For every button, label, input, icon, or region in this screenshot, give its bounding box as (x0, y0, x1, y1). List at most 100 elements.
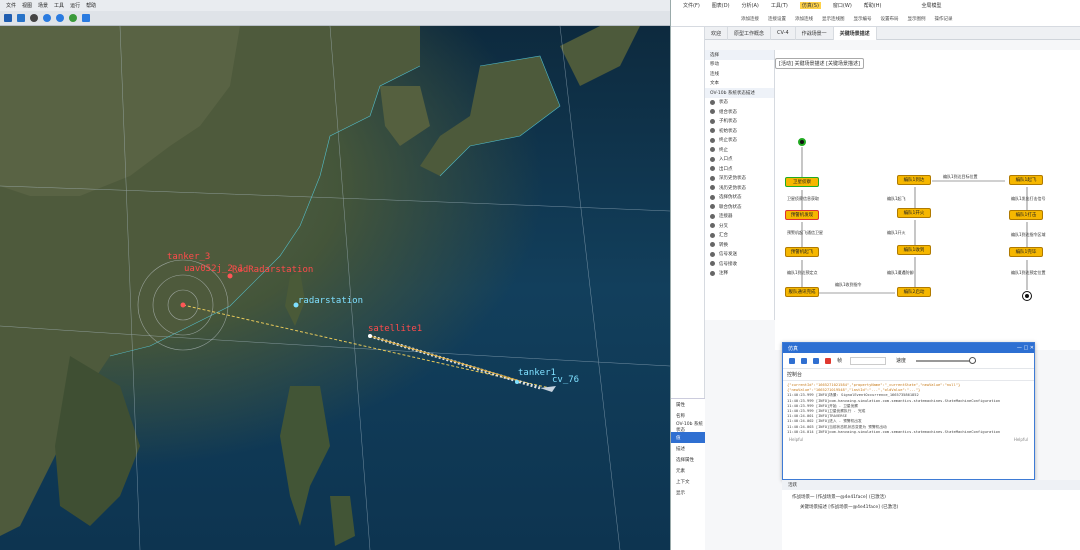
palette-item[interactable]: 汇合 (705, 231, 774, 241)
prop-display[interactable]: 显示 (671, 487, 705, 498)
prop-value[interactable]: 值 (671, 432, 705, 443)
ide-menu-analysis[interactable]: 分析(A) (742, 2, 759, 9)
satellite-label[interactable]: satellite1 (368, 324, 422, 334)
palette-item[interactable]: 深历史伪状态 (705, 174, 774, 184)
transition-label[interactable]: 编队1到达目标位置 (943, 174, 978, 180)
sim-pause-icon[interactable] (801, 357, 807, 364)
tab-key-scenario[interactable]: 关键场景描述 (833, 26, 877, 40)
palette-item[interactable]: 入口点 (705, 155, 774, 165)
palette-item[interactable]: 信号接收 (705, 259, 774, 269)
ide-menu-global[interactable]: 全局模型 (921, 2, 941, 9)
transition-label[interactable]: 编队1发出打击信号 (1011, 196, 1046, 202)
transition-label[interactable]: 编队1起飞 (887, 196, 906, 202)
trace-row[interactable]: 作战场景一 [作战场景一@4e41face] (已激活) (782, 490, 1080, 504)
sim-window-controls[interactable]: — □ ✕ (1017, 345, 1034, 351)
palette-item[interactable]: 终止 (705, 145, 774, 155)
map-view[interactable]: tanker_3 RedRadarstation uav052j_2_1 rad… (0, 26, 670, 550)
prop-context[interactable]: 上下文 (671, 476, 705, 487)
initial-node[interactable] (798, 138, 806, 146)
sim-play-icon[interactable] (789, 357, 795, 364)
cv76-label[interactable]: cv_76 (552, 375, 579, 385)
state-f2-start[interactable]: 编队2启动 (897, 287, 931, 297)
palette-item[interactable]: 组合状态 (705, 107, 774, 117)
menu-view[interactable]: 视图 (22, 2, 32, 9)
tanker1-label[interactable]: tanker1 (518, 368, 556, 378)
menu-scene[interactable]: 场景 (38, 2, 48, 9)
palette-item[interactable]: 浅历史伪状态 (705, 183, 774, 193)
state-satellite[interactable]: 卫星侦察 (785, 177, 819, 187)
step-icon[interactable] (69, 14, 77, 22)
state-f1-done[interactable]: 编队1完毕 (1009, 247, 1043, 257)
red-radar-label[interactable]: RedRadarstation (232, 265, 313, 275)
ide-menu-tools[interactable]: 工具(T) (771, 2, 788, 9)
tab-cv4[interactable]: CV-4 (771, 26, 796, 40)
transition-label[interactable]: 编队1到达指令区域 (1011, 232, 1046, 238)
prop-elem[interactable]: 元素 (671, 465, 705, 476)
state-awacs-found[interactable]: 预警机发现 (785, 210, 819, 220)
ide-menu-file[interactable]: 文件(F) (683, 2, 700, 9)
state-f1-strike[interactable]: 编队1打击 (1009, 210, 1043, 220)
tool-history[interactable]: 操作记录 (935, 16, 953, 22)
open-icon[interactable] (4, 14, 12, 22)
palette-item[interactable]: 初始状态 (705, 126, 774, 136)
menu-run[interactable]: 运行 (70, 2, 80, 9)
palette-select[interactable]: 选择 (705, 50, 774, 60)
transition-label[interactable]: 编队1遭遇防御 (887, 270, 914, 276)
state-f1-arrive[interactable]: 编队1到达 (897, 175, 931, 185)
tool-layout[interactable]: 设置布局 (881, 16, 899, 22)
palette-item[interactable]: 连接器 (705, 212, 774, 222)
prop-desc[interactable]: 描述 (671, 443, 705, 454)
state-f1-fire[interactable]: 编队1开火 (897, 208, 931, 218)
palette-item[interactable]: 转换 (705, 240, 774, 250)
play-icon[interactable] (43, 14, 51, 22)
ide-menu-diagram[interactable]: 图表(D) (712, 2, 730, 9)
palette-item[interactable]: 状态 (705, 98, 774, 108)
sim-speed-slider[interactable] (916, 356, 977, 364)
transition-label[interactable]: 编队1收到指令 (835, 282, 862, 288)
final-node[interactable] (1022, 291, 1032, 301)
sim-step-icon[interactable] (813, 357, 819, 364)
trace-row[interactable]: 关键场景描述 [作战场景一@4e41face] (已激活) (782, 504, 1080, 510)
tool-show-number[interactable]: 显示编号 (854, 16, 872, 22)
radarstation-label[interactable]: radarstation (298, 296, 363, 306)
tool-add-line[interactable]: 添加连线 (795, 16, 813, 22)
slider-thumb[interactable] (969, 356, 977, 364)
menu-help[interactable]: 帮助 (86, 2, 96, 9)
palette-item[interactable]: 子机状态 (705, 117, 774, 127)
palette-item[interactable]: 分叉 (705, 221, 774, 231)
tanker3-label[interactable]: tanker_3 (167, 252, 210, 262)
prop-element[interactable]: OV-10b 系统状态 (671, 421, 705, 433)
palette-item[interactable]: 信号发送 (705, 250, 774, 260)
prop-name[interactable]: 名称 (671, 410, 705, 421)
tool-legend[interactable]: 显示图例 (908, 16, 926, 22)
palette-group[interactable]: OV-10b 系统状态描述 (705, 88, 774, 98)
tool-add-connect[interactable]: 添加连接 (741, 16, 759, 22)
diagram-canvas[interactable]: 卫星侦察 预警机发现 预警机起飞 舰队通讯完成 编队1到达 编队1开火 编队1收… (775, 50, 1080, 350)
ide-menu-sim[interactable]: 仿真(S) (799, 2, 821, 9)
grid-icon[interactable] (82, 14, 90, 22)
uav-label[interactable]: uav052j_2_1 (184, 264, 244, 274)
palette-item[interactable]: 联合伪状态 (705, 202, 774, 212)
ide-menu-help[interactable]: 帮助(H) (864, 2, 882, 9)
tool-connect-settings[interactable]: 连接设置 (768, 16, 786, 22)
palette-item[interactable]: 终止状态 (705, 136, 774, 146)
save-icon[interactable] (17, 14, 25, 22)
ide-menu-window[interactable]: 窗口(W) (833, 2, 852, 9)
tab-scenario[interactable]: 作战场景一 (796, 26, 834, 40)
transition-label[interactable]: 卫星侦察信息获取 (787, 196, 819, 202)
transition-label[interactable]: 编队1到达预定位置 (1011, 270, 1046, 276)
transition-label[interactable]: 预警机起飞通信卫星 (787, 230, 823, 236)
sim-console[interactable]: {"currentId":"1665271021584","propertyNa… (783, 381, 1034, 437)
prop-select[interactable]: 选择属性 (671, 454, 705, 465)
state-awacs-takeoff[interactable]: 预警机起飞 (785, 247, 819, 257)
transition-label[interactable]: 编队1到达预定点 (787, 270, 818, 276)
pause-icon[interactable] (56, 14, 64, 22)
tab-concept[interactable]: 原型工作概念 (728, 26, 772, 40)
sim-step-select[interactable] (850, 356, 887, 365)
state-fleet-comm[interactable]: 舰队通讯完成 (785, 287, 819, 297)
palette-item[interactable]: 出口点 (705, 164, 774, 174)
menu-tools[interactable]: 工具 (54, 2, 64, 9)
sim-stop-icon[interactable] (825, 357, 831, 364)
palette-item[interactable]: 注释 (705, 269, 774, 279)
palette-item[interactable]: 选择伪状态 (705, 193, 774, 203)
